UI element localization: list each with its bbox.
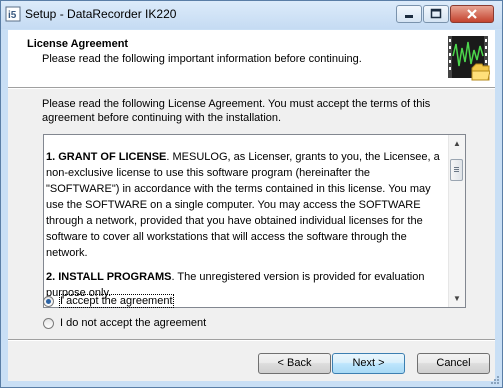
maximize-button[interactable] <box>423 5 449 23</box>
close-button[interactable] <box>450 5 494 23</box>
decline-option[interactable]: I do not accept the agreement <box>43 317 223 333</box>
title-bar[interactable]: i5 Setup - DataRecorder IK220 <box>1 1 502 29</box>
license-heading-1: 1. GRANT OF LICENSE <box>46 151 167 163</box>
svg-text:i5: i5 <box>8 10 17 21</box>
cancel-button[interactable]: Cancel <box>417 353 490 374</box>
footer-divider <box>8 339 495 341</box>
accept-radio[interactable] <box>43 296 54 307</box>
accept-option[interactable]: I accept the agreement <box>43 294 183 311</box>
wizard-page: License Agreement Please read the follow… <box>8 30 495 381</box>
setup-app-icon: i5 <box>5 6 21 22</box>
page-title: License Agreement <box>27 38 129 50</box>
next-button[interactable]: Next > <box>332 353 405 374</box>
license-paragraph-1: 1. GRANT OF LICENSE. MESULOG, as License… <box>46 149 446 261</box>
license-memo[interactable]: 1. GRANT OF LICENSE. MESULOG, as License… <box>43 134 466 308</box>
accept-label[interactable]: I accept the agreement <box>59 294 174 308</box>
license-text: 1. GRANT OF LICENSE. MESULOG, as License… <box>46 149 446 307</box>
license-scrollbar[interactable]: ▲ ▼ <box>448 135 465 307</box>
minimize-button[interactable] <box>396 5 422 23</box>
decline-radio[interactable] <box>43 318 54 329</box>
scroll-down-icon[interactable]: ▼ <box>449 290 465 307</box>
page-subtitle: Please read the following important info… <box>42 53 362 65</box>
license-heading-2: 2. INSTALL PROGRAMS <box>46 271 172 283</box>
header-panel: License Agreement Please read the follow… <box>8 30 495 87</box>
waveform-folder-icon <box>448 36 490 81</box>
scroll-up-icon[interactable]: ▲ <box>449 135 465 152</box>
license-body-1: . MESULOG, as Licenser, grants to you, t… <box>46 151 440 259</box>
setup-window: i5 Setup - DataRecorder IK220 License Ag… <box>0 0 503 388</box>
close-icon <box>451 7 493 25</box>
window-title: Setup - DataRecorder IK220 <box>25 7 177 21</box>
minimize-icon <box>397 7 421 25</box>
back-button[interactable]: < Back <box>258 353 331 374</box>
radio-selected-dot <box>46 299 51 304</box>
resize-grip-icon[interactable] <box>490 375 500 385</box>
scroll-thumb[interactable] <box>450 159 463 181</box>
decline-label[interactable]: I do not accept the agreement <box>60 317 206 329</box>
header-divider <box>8 87 495 89</box>
intro-text: Please read the following License Agreem… <box>42 98 431 124</box>
maximize-icon <box>424 7 448 25</box>
